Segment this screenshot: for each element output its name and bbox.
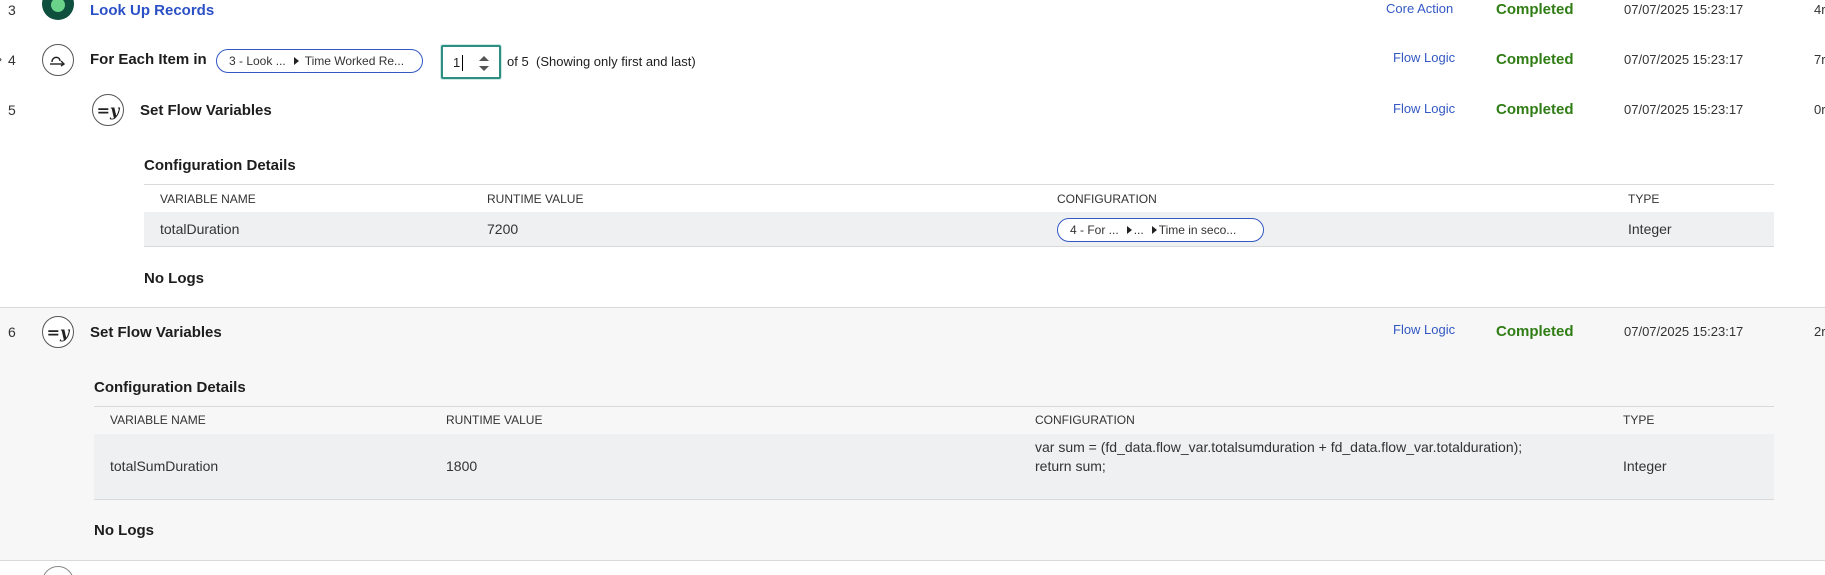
next-step-icon xyxy=(42,566,74,575)
step-type-link[interactable]: Core Action xyxy=(1386,1,1453,16)
status-badge: Completed xyxy=(1496,323,1574,340)
no-logs-label: No Logs xyxy=(144,270,204,287)
column-header: TYPE xyxy=(1623,413,1655,427)
config-details-heading: Configuration Details xyxy=(144,157,296,174)
timestamp: 07/07/2025 15:23:17 xyxy=(1624,102,1744,117)
table-divider xyxy=(94,406,1774,407)
iteration-value: 1 xyxy=(453,55,461,70)
divider xyxy=(0,307,1825,308)
column-header: CONFIGURATION xyxy=(1057,192,1157,206)
chevron-right-icon xyxy=(293,57,299,65)
set-variables-icon: =y xyxy=(42,316,74,348)
duration: 2r xyxy=(1814,324,1825,339)
pill-segment: Time in seco... xyxy=(1158,223,1237,237)
decrement-arrow-icon[interactable] xyxy=(479,66,489,71)
divider xyxy=(0,560,1825,561)
pill-segment: Time Worked Re... xyxy=(304,54,405,68)
step-type-link[interactable]: Flow Logic xyxy=(1393,322,1455,337)
step-number: 3 xyxy=(8,2,16,18)
chevron-right-icon xyxy=(1126,226,1132,234)
data-pill[interactable]: 3 - Look ... Time Worked Re... xyxy=(216,49,423,73)
timestamp: 07/07/2025 15:23:17 xyxy=(1624,52,1744,67)
increment-arrow-icon[interactable] xyxy=(479,56,489,61)
step-title: For Each Item in xyxy=(90,51,207,68)
config-script-line: return sum; xyxy=(1035,458,1106,474)
step-type-link[interactable]: Flow Logic xyxy=(1393,101,1455,116)
iteration-note: (Showing only first and last) xyxy=(536,54,696,69)
duration: 7r xyxy=(1814,52,1825,67)
column-header: CONFIGURATION xyxy=(1035,413,1135,427)
table-divider xyxy=(144,246,1774,247)
variable-name: totalDuration xyxy=(160,221,240,237)
step-title-link[interactable]: Look Up Records xyxy=(90,2,214,19)
variable-type: Integer xyxy=(1628,221,1672,237)
column-header: RUNTIME VALUE xyxy=(446,413,543,427)
pill-segment: ... xyxy=(1133,223,1144,237)
status-badge: Completed xyxy=(1496,51,1574,68)
step-number: 5 xyxy=(8,102,16,118)
column-header: VARIABLE NAME xyxy=(110,413,206,427)
column-header: TYPE xyxy=(1628,192,1660,206)
step-number: 6 xyxy=(8,324,16,340)
status-badge: Completed xyxy=(1496,101,1574,118)
loop-icon xyxy=(42,44,74,76)
table-divider xyxy=(94,499,1774,500)
text-caret xyxy=(462,55,463,71)
step-number: 4 xyxy=(8,52,16,68)
chevron-right-icon xyxy=(1151,226,1157,234)
config-script-line: var sum = (fd_data.flow_var.totalsumdura… xyxy=(1035,439,1523,455)
table-divider xyxy=(144,184,1774,185)
pill-segment: 4 - For ... xyxy=(1070,223,1119,237)
column-header: VARIABLE NAME xyxy=(160,192,256,206)
duration: 0r xyxy=(1814,102,1825,117)
step-title: Set Flow Variables xyxy=(140,102,272,119)
duration: 4r xyxy=(1814,2,1825,17)
config-data-pill[interactable]: 4 - For ... ... Time in seco... xyxy=(1057,218,1264,242)
timestamp: 07/07/2025 15:23:17 xyxy=(1624,2,1744,17)
pill-segment: 3 - Look ... xyxy=(229,54,286,68)
timestamp: 07/07/2025 15:23:17 xyxy=(1624,324,1744,339)
step-title: Set Flow Variables xyxy=(90,324,222,341)
config-details-heading: Configuration Details xyxy=(94,379,246,396)
status-badge: Completed xyxy=(1496,1,1574,18)
lookup-records-icon xyxy=(42,0,74,20)
runtime-value: 7200 xyxy=(487,221,519,237)
collapse-chevron-icon[interactable]: › xyxy=(0,52,2,66)
iteration-total: of 5 xyxy=(507,54,529,69)
runtime-value: 1800 xyxy=(446,458,478,474)
step-type-link[interactable]: Flow Logic xyxy=(1393,50,1455,65)
column-header: RUNTIME VALUE xyxy=(487,192,584,206)
no-logs-label: No Logs xyxy=(94,522,154,539)
table-row xyxy=(144,212,1774,246)
set-variables-icon: =y xyxy=(92,94,124,126)
variable-name: totalSumDuration xyxy=(110,458,219,474)
variable-type: Integer xyxy=(1623,458,1667,474)
iteration-stepper[interactable]: 1 xyxy=(441,45,501,79)
